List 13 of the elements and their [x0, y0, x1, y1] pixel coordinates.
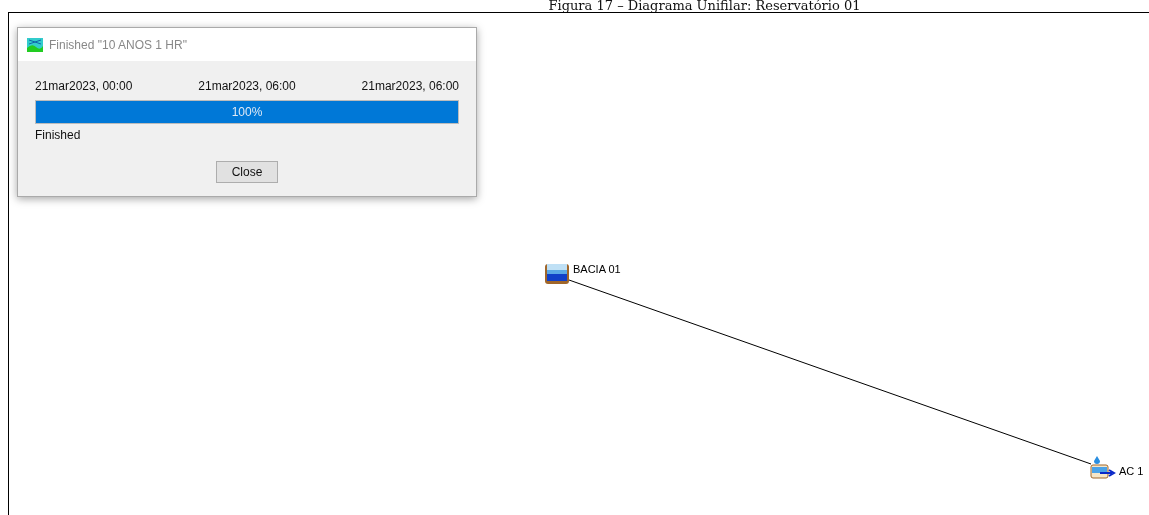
node-label: BACIA 01: [573, 263, 621, 275]
time-label: 21mar2023, 00:00: [35, 78, 133, 95]
time-label: 21mar2023, 06:00: [198, 78, 296, 95]
landscape-icon: [27, 37, 43, 52]
time-label: 21mar2023, 06:00: [361, 78, 459, 95]
close-button[interactable]: Close: [216, 161, 278, 183]
dialog-title: Finished "10 ANOS 1 HR": [49, 36, 187, 54]
figure-caption: Figura 17 – Diagrama Unifilar: Reservatório 01: [547, 0, 862, 12]
junction-icon: [1088, 455, 1116, 479]
node-label: AC 1: [1119, 465, 1144, 477]
progress-label: 100%: [231, 104, 263, 121]
status-text: Finished: [35, 127, 82, 144]
subbasin-icon: [544, 263, 570, 285]
